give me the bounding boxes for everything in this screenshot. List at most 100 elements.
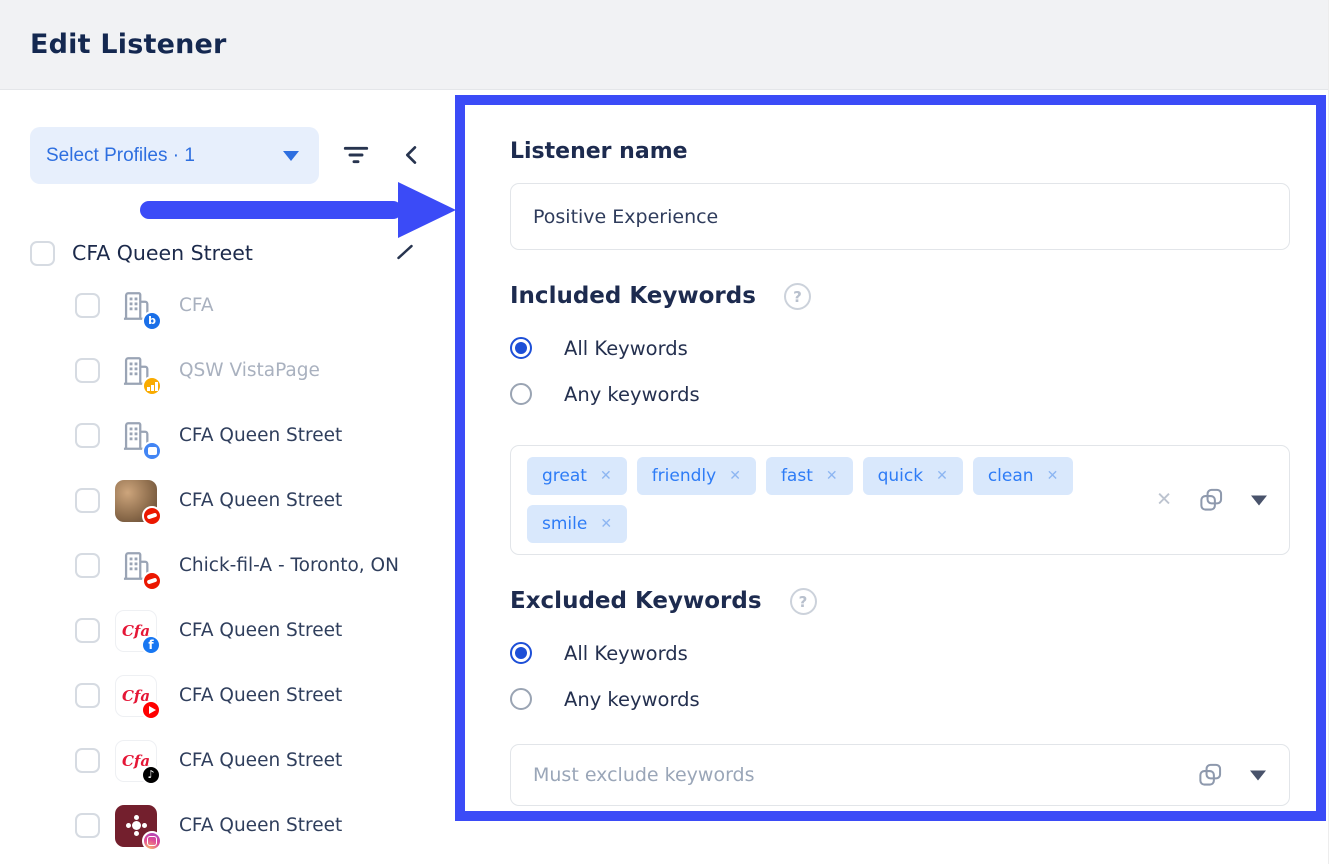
remove-chip-icon[interactable]: [1047, 469, 1059, 483]
radio-label: All Keywords: [564, 337, 688, 360]
building-icon: [115, 350, 157, 392]
clear-all-icon[interactable]: [1156, 491, 1172, 510]
google-business-badge-icon: [142, 441, 162, 461]
radio-selected-icon[interactable]: [510, 642, 532, 664]
dropdown-caret-icon[interactable]: [1251, 495, 1267, 505]
scrollbar-track[interactable]: [1328, 0, 1344, 864]
excluded-keywords-title: Excluded Keywords: [510, 585, 762, 618]
keyword-chip: fast: [766, 457, 853, 495]
item-checkbox[interactable]: [75, 488, 100, 513]
profile-list: CFA QSW VistaPage CFA Queen Street: [75, 273, 445, 858]
chip-label: friendly: [652, 466, 717, 486]
item-checkbox[interactable]: [75, 423, 100, 448]
page-title: Edit Listener: [30, 29, 227, 60]
item-label: QSW VistaPage: [179, 360, 320, 381]
radio-option-any-keywords[interactable]: Any keywords: [510, 371, 1290, 417]
item-checkbox[interactable]: [75, 748, 100, 773]
select-profiles-dropdown[interactable]: Select Profiles · 1: [30, 127, 319, 184]
doordash-badge-icon: [142, 571, 162, 591]
radio-unselected-icon[interactable]: [510, 688, 532, 710]
radio-option-all-keywords[interactable]: All Keywords: [510, 630, 1290, 676]
google-analytics-badge-icon: [142, 376, 162, 396]
collapse-sidebar-button[interactable]: [396, 139, 428, 174]
app-window: Edit Listener Select Profiles · 1 CFA Qu…: [0, 0, 1344, 864]
list-item[interactable]: CFA Queen Street: [75, 468, 445, 533]
chip-label: quick: [878, 466, 923, 486]
keyword-chip: friendly: [637, 457, 756, 495]
list-item[interactable]: CFA Queen Street: [75, 728, 445, 793]
item-checkbox[interactable]: [75, 683, 100, 708]
doordash-badge-icon: [142, 506, 162, 526]
photo-avatar: [115, 480, 157, 522]
item-label: CFA Queen Street: [179, 685, 342, 706]
edit-listener-panel-highlight: Listener name Included Keywords All Keyw…: [455, 95, 1326, 821]
remove-chip-icon[interactable]: [826, 469, 838, 483]
list-item[interactable]: Chick-fil-A - Toronto, ON: [75, 533, 445, 598]
item-checkbox[interactable]: [75, 358, 100, 383]
list-item[interactable]: QSW VistaPage: [75, 338, 445, 403]
collapse-group-button[interactable]: [392, 239, 418, 268]
copy-icon[interactable]: [1198, 487, 1225, 514]
keyword-chip: clean: [973, 457, 1073, 495]
included-keywords-title: Included Keywords: [510, 280, 756, 313]
item-label: CFA Queen Street: [179, 620, 342, 641]
item-checkbox[interactable]: [75, 813, 100, 838]
item-checkbox[interactable]: [75, 293, 100, 318]
listener-name-input[interactable]: [510, 183, 1290, 250]
building-icon: [115, 285, 157, 327]
chevron-up-icon: [392, 253, 418, 268]
item-checkbox[interactable]: [75, 553, 100, 578]
radio-option-all-keywords[interactable]: All Keywords: [510, 325, 1290, 371]
item-label: CFA Queen Street: [179, 425, 342, 446]
item-label: CFA: [179, 295, 214, 316]
excluded-match-options: All Keywords Any keywords: [510, 630, 1290, 722]
keyword-chip: smile: [527, 505, 627, 543]
excluded-keywords-input[interactable]: [510, 744, 1290, 806]
copy-icon[interactable]: [1197, 762, 1224, 789]
brand-logo-icon: [115, 610, 157, 652]
list-item[interactable]: CFA Queen Street: [75, 598, 445, 663]
remove-chip-icon[interactable]: [729, 469, 741, 483]
help-icon[interactable]: [784, 283, 811, 310]
keyword-chip: great: [527, 457, 627, 495]
item-label: CFA Queen Street: [179, 750, 342, 771]
chevron-left-icon: [398, 157, 426, 172]
chip-label: clean: [988, 466, 1034, 486]
remove-chip-icon[interactable]: [600, 517, 612, 531]
brand-logo-icon: [115, 675, 157, 717]
filter-button[interactable]: [338, 137, 374, 176]
keyword-chips: great friendly fast quick: [527, 457, 1087, 543]
radio-unselected-icon[interactable]: [510, 383, 532, 405]
chevron-down-icon: [283, 151, 299, 161]
filter-icon: [340, 159, 372, 174]
list-item[interactable]: CFA: [75, 273, 445, 338]
radio-label: Any keywords: [564, 383, 700, 406]
list-item[interactable]: CFA Queen Street: [75, 793, 445, 858]
item-checkbox[interactable]: [75, 618, 100, 643]
keyword-chip: quick: [863, 457, 963, 495]
help-icon[interactable]: [790, 588, 817, 615]
radio-label: Any keywords: [564, 688, 700, 711]
listener-name-label: Listener name: [510, 135, 1290, 168]
item-label: Chick-fil-A - Toronto, ON: [179, 555, 399, 576]
chip-label: fast: [781, 466, 813, 486]
tiktok-badge-icon: [141, 765, 161, 785]
item-label: CFA Queen Street: [179, 815, 342, 836]
profiles-sidebar: Select Profiles · 1 CFA Queen Street: [0, 91, 456, 864]
radio-option-any-keywords[interactable]: Any keywords: [510, 676, 1290, 722]
remove-chip-icon[interactable]: [936, 469, 948, 483]
dropdown-caret-icon[interactable]: [1250, 770, 1266, 780]
list-item[interactable]: CFA Queen Street: [75, 663, 445, 728]
radio-label: All Keywords: [564, 642, 688, 665]
profile-group-row[interactable]: CFA Queen Street: [30, 233, 430, 273]
group-checkbox[interactable]: [30, 241, 55, 266]
remove-chip-icon[interactable]: [600, 469, 612, 483]
list-item[interactable]: CFA Queen Street: [75, 403, 445, 468]
chip-label: smile: [542, 514, 587, 534]
included-match-options: All Keywords Any keywords: [510, 325, 1290, 417]
radio-selected-icon[interactable]: [510, 337, 532, 359]
chip-label: great: [542, 466, 587, 486]
included-keywords-field[interactable]: great friendly fast quick: [510, 445, 1290, 555]
group-label: CFA Queen Street: [72, 241, 392, 265]
building-icon: [115, 415, 157, 457]
